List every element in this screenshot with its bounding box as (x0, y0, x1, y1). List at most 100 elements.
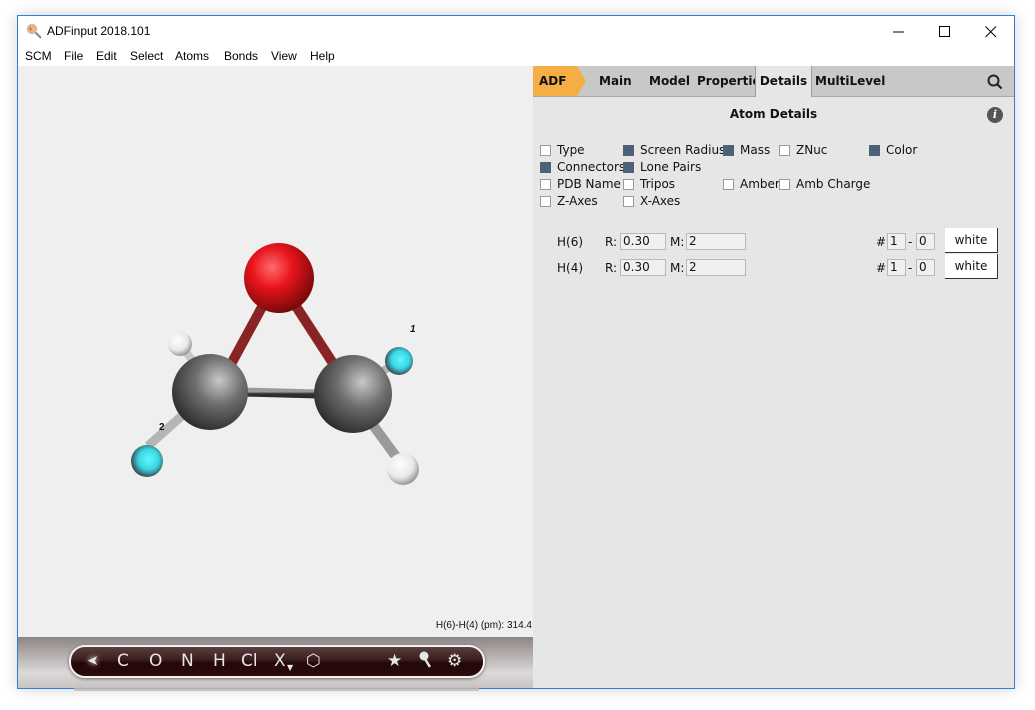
atom-h-lower-right[interactable] (387, 453, 419, 485)
atom-name: H(4) (557, 261, 584, 275)
wrench-tool-icon[interactable] (417, 650, 433, 675)
settings-gear-icon[interactable]: ⚙ (447, 651, 462, 671)
atom-h-selected-2[interactable] (131, 445, 163, 477)
checkbox[interactable] (540, 161, 551, 173)
tab-adf[interactable]: ADF (533, 66, 577, 96)
hash-label: # (876, 235, 887, 249)
option-color[interactable]: Color (869, 143, 917, 157)
dash-label: - (908, 261, 913, 275)
radius-field[interactable]: 0.30 (620, 259, 666, 276)
checkbox[interactable] (779, 144, 790, 156)
hash-label: # (876, 261, 887, 275)
radius-field[interactable]: 0.30 (620, 233, 666, 250)
checkbox[interactable] (540, 178, 551, 190)
checkbox[interactable] (623, 195, 634, 207)
search-icon[interactable] (987, 74, 1003, 90)
tab-adf-arrow (577, 66, 586, 96)
mass-field[interactable]: 2 (686, 259, 746, 276)
option-pdb-name[interactable]: PDB Name (540, 177, 621, 191)
tab-model[interactable]: Model (649, 66, 690, 96)
chlorine-tool-button[interactable]: Cl (241, 651, 258, 671)
atom-h-selected-1[interactable] (385, 347, 413, 375)
checkbox[interactable] (623, 178, 634, 190)
ring-tool-icon[interactable]: ⬡ (306, 651, 321, 671)
tab-details[interactable]: Details (755, 66, 812, 97)
checkbox[interactable] (723, 178, 734, 190)
favorites-star-icon[interactable]: ★ (387, 651, 402, 671)
menu-edit[interactable]: Edit (96, 49, 117, 63)
option-screen-radius[interactable]: Screen Radius (623, 143, 725, 157)
app-logo-icon (26, 23, 42, 39)
details-panel: ADF Main Model Properties Details MultiL… (533, 66, 1014, 688)
oxygen-tool-button[interactable]: O (149, 651, 162, 671)
atom-carbon-right[interactable] (314, 355, 392, 433)
close-icon (985, 25, 997, 37)
checkbox[interactable] (623, 144, 634, 156)
section-title: Atom Details (729, 107, 818, 121)
menu-help[interactable]: Help (310, 49, 335, 63)
hydrogen-tool-button[interactable]: H (213, 651, 226, 671)
number-field-1[interactable]: 1 (887, 259, 906, 276)
radius-label: R: (605, 235, 618, 249)
carbon-tool-button[interactable]: C (117, 651, 129, 671)
menu-bar: SCM File Edit Select Atoms Bonds View He… (18, 47, 1014, 66)
menu-scm[interactable]: SCM (25, 49, 52, 63)
checkbox[interactable] (540, 144, 551, 156)
option-tripos[interactable]: Tripos (623, 177, 675, 191)
menu-select[interactable]: Select (130, 49, 163, 63)
window-title: ADFinput 2018.101 (47, 24, 151, 38)
option-type[interactable]: Type (540, 143, 585, 157)
atom-carbon-left[interactable] (172, 354, 248, 430)
minimize-icon (893, 31, 904, 32)
tab-multilevel[interactable]: MultiLevel (815, 66, 885, 96)
number-field-2[interactable]: 0 (916, 233, 935, 250)
checkbox[interactable] (869, 144, 880, 156)
atom-h-upper-left[interactable] (168, 332, 192, 356)
mass-field[interactable]: 2 (686, 233, 746, 250)
menu-file[interactable]: File (64, 49, 83, 63)
option-amb-charge[interactable]: Amb Charge (779, 177, 870, 191)
panel-tab-bar: ADF Main Model Properties Details MultiL… (533, 66, 1014, 97)
distance-readout: H(6)-H(4) (pm): 314.4 (435, 620, 532, 631)
mass-label: M: (670, 235, 685, 249)
menu-bonds[interactable]: Bonds (224, 49, 258, 63)
app-window: ADFinput 2018.101 SCM File Edit Select A… (17, 15, 1015, 691)
option-mass[interactable]: Mass (723, 143, 770, 157)
molecule-viewport[interactable]: 1 2 H(6)-H(4) (pm): 314.4 (18, 66, 533, 637)
tab-main[interactable]: Main (599, 66, 632, 96)
atom-color-button[interactable]: white (945, 228, 998, 253)
close-button[interactable] (968, 16, 1014, 47)
select-tool-icon[interactable]: ➤ (87, 651, 99, 671)
option-lone-pairs[interactable]: Lone Pairs (623, 160, 701, 174)
atom-oxygen[interactable] (244, 243, 314, 313)
info-icon[interactable]: i (987, 107, 1003, 123)
title-bar[interactable]: ADFinput 2018.101 (18, 16, 1014, 47)
nitrogen-tool-button[interactable]: N (181, 651, 194, 671)
menu-atoms[interactable]: Atoms (175, 49, 209, 63)
radius-label: R: (605, 261, 618, 275)
option-amber[interactable]: Amber (723, 177, 780, 191)
checkbox[interactable] (779, 178, 790, 190)
dash-label: - (908, 235, 913, 249)
number-field-2[interactable]: 0 (916, 259, 935, 276)
atom-label-2: 2 (159, 422, 165, 433)
checkbox[interactable] (540, 195, 551, 207)
mass-label: M: (670, 261, 685, 275)
dropdown-triangle-icon[interactable]: ▼ (287, 658, 293, 678)
minimize-button[interactable] (876, 16, 922, 47)
atom-color-button[interactable]: white (945, 254, 998, 279)
option-x-axes[interactable]: X-Axes (623, 194, 680, 208)
build-toolbar-area: ➤ C O N H Cl X ▼ ⬡ ★ ⚙ (18, 637, 533, 691)
molecule-canvas[interactable]: 1 2 (18, 66, 533, 637)
checkbox[interactable] (723, 144, 734, 156)
menu-view[interactable]: View (271, 49, 297, 63)
maximize-button[interactable] (922, 16, 968, 47)
element-picker-button[interactable]: X (274, 651, 286, 671)
option-connectors[interactable]: Connectors (540, 160, 625, 174)
bond-c1-c2 (242, 387, 319, 399)
option-z-axes[interactable]: Z-Axes (540, 194, 598, 208)
maximize-icon (939, 25, 950, 37)
checkbox[interactable] (623, 161, 634, 173)
number-field-1[interactable]: 1 (887, 233, 906, 250)
option-znuc[interactable]: ZNuc (779, 143, 827, 157)
